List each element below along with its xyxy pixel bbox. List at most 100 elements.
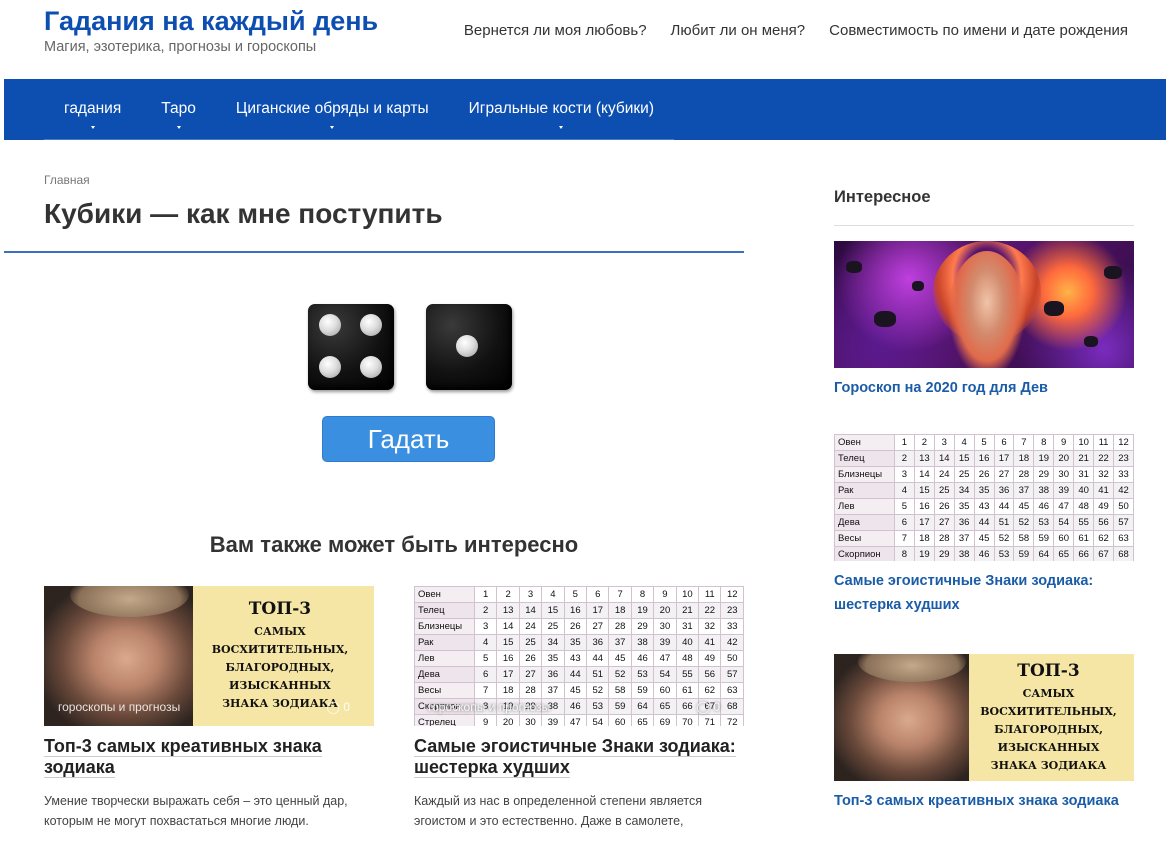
zodiac-value-cell: 35 [541,650,565,667]
zodiac-value-cell: 9 [1053,434,1075,451]
zodiac-value-cell: 66 [1073,546,1095,561]
zodiac-sign-cell: Весы [414,682,475,699]
nav-item-label: Игральные кости (кубики) [468,100,655,117]
card-image-top3[interactable]: ТОП-3 САМЫХ ВОСХИТИТЕЛЬНЫХ, БЛАГОРОДНЫХ,… [44,586,374,726]
zodiac-value-cell: 56 [698,666,722,683]
card-excerpt: Каждый из нас в определенной степени явл… [414,791,744,831]
zodiac-value-cell: 3 [933,434,955,451]
zodiac-value-cell: 55 [675,666,700,683]
asteroid [912,281,924,291]
guess-button[interactable]: Гадать [322,416,495,462]
card-category[interactable]: гороскопы и прогнозы [58,700,180,714]
zodiac-value-cell: 51 [993,514,1015,531]
zodiac-value-cell: 8 [894,546,915,561]
related-heading: Вам также может быть интересно [209,532,579,557]
page-title: Кубики — как мне поступить [44,198,443,229]
zodiac-value-cell: 39 [541,714,565,726]
card-title-link[interactable]: Топ-3 самых креативных знака зодиака [44,736,374,778]
zodiac-table-row: Стрелец 9 20 30 39 47 54 60 65 69 70 71 72 [414,714,744,726]
zodiac-table-row: Весы 7 18 28 37 45 52 58 59 60 61 62 63 [414,682,744,699]
card-excerpt: Умение творчески выражать себя – это цен… [44,791,374,831]
site-title[interactable]: Гадания на каждый день [44,6,378,37]
zodiac-value-cell: 62 [698,682,722,699]
zodiac-value-cell: 6 [894,514,915,531]
top-menu-item-loves-me[interactable]: Любит ли он меня? [671,22,806,39]
comment-icon: ◯ [696,700,710,714]
zodiac-value-cell: 14 [518,602,543,619]
zodiac-value-cell: 39 [1053,482,1075,499]
card-comments: ◯ 0 [697,700,720,714]
zodiac-value-cell: 39 [653,634,677,651]
zodiac-value-cell: 30 [1053,466,1075,483]
zodiac-value-cell: 17 [586,602,610,619]
zodiac-value-cell: 56 [1093,514,1114,531]
zodiac-value-cell: 52 [586,682,610,699]
zodiac-table-row: Скорпион 8 19 29 38 46 53 59 64 65 66 67 68 [834,546,1134,561]
sidebar-image-top3[interactable]: ТОП-3 САМЫХ ВОСХИТИТЕЛЬНЫХ, БЛАГОРОДНЫХ,… [834,654,1134,781]
poster-line: САМЫХ ВОСХИТИТЕЛЬНЫХ, [211,625,349,656]
zodiac-value-cell: 16 [973,450,995,467]
die-pip [360,356,382,378]
zodiac-value-cell: 28 [1013,466,1035,483]
zodiac-sign-cell: Стрелец [414,714,475,726]
zodiac-value-cell: 18 [1013,450,1035,467]
zodiac-value-cell: 24 [933,466,955,483]
zodiac-value-cell: 33 [1112,466,1134,483]
zodiac-value-cell: 3 [473,618,498,635]
card-comments: ◯ 0 [327,700,350,714]
poster-line: ТОП-3 [248,599,312,619]
die-pip [456,335,478,357]
breadcrumb-home[interactable]: Главная [44,173,90,187]
sidebar-link[interactable]: Самые эгоистичные Знаки зодиака: шестерк… [834,569,1134,617]
sidebar-link[interactable]: Гороскоп на 2020 год для Дев [834,376,1134,400]
zodiac-value-cell: 30 [518,714,543,726]
zodiac-value-cell: 40 [675,634,700,651]
sidebar-item: Гороскоп на 2020 год для Дев [834,241,1134,400]
zodiac-value-cell: 61 [675,682,700,699]
sidebar-image-zodiac-table[interactable]: Овен 1 2 3 4 5 6 7 8 9 10 11 12 Телец 2 13 14 15 16 17 18 19 2… [834,434,1134,561]
top-menu-item-love-return[interactable]: Вернется ли моя любовь? [464,22,647,39]
zodiac-value-cell: 44 [973,514,995,531]
zodiac-value-cell: 28 [933,530,955,547]
zodiac-value-cell: 69 [653,714,677,726]
card-image-zodiac-table[interactable]: Овен 1 2 3 4 5 6 7 8 9 10 11 12 Телец 2 13 14 15 16 17 18 19 2… [414,586,744,726]
zodiac-value-cell: 37 [953,530,975,547]
zodiac-sign-cell: Рак [414,634,475,651]
zodiac-value-cell: 12 [1112,434,1134,451]
zodiac-value-cell: 5 [973,434,995,451]
comment-icon: ◯ [326,700,340,714]
zodiac-value-cell: 54 [586,714,610,726]
zodiac-value-cell: 53 [1033,514,1055,531]
top-menu-item-compatibility[interactable]: Совместимость по имени и дате рождения [829,22,1128,39]
excerpt-line: которым не могут похвастаться многие люд… [44,814,309,828]
sidebar-link[interactable]: Топ-3 самых креативных знака зодиака [834,789,1134,813]
nav-item-dice[interactable]: Игральные кости (кубики) [449,79,674,139]
card-category[interactable]: гороскопы и прогнозы [428,700,550,714]
zodiac-value-cell: 28 [608,618,632,635]
zodiac-value-cell: 14 [496,618,520,635]
zodiac-value-cell: 4 [541,586,565,603]
nav-item-divination[interactable]: гадания [44,79,141,139]
zodiac-value-cell: 20 [496,714,520,726]
zodiac-value-cell: 32 [1093,466,1114,483]
zodiac-table-row: Близнецы 3 14 24 25 26 27 28 29 30 31 32 33 [414,618,744,635]
zodiac-table-row: Овен 1 2 3 4 5 6 7 8 9 10 11 12 [834,434,1134,451]
die-pip [319,314,341,336]
sidebar-image-horoscope[interactable] [834,241,1134,368]
zodiac-value-cell: 47 [1053,498,1075,515]
nav-item-tarot[interactable]: Таро [141,79,216,139]
zodiac-value-cell: 58 [1013,530,1035,547]
zodiac-value-cell: 36 [541,666,565,683]
zodiac-value-cell: 49 [698,650,722,667]
main-nav: гадания Таро Циганские обряды и карты Иг… [4,79,1166,140]
caret-down-icon [330,126,335,129]
nav-item-gypsy-rituals[interactable]: Циганские обряды и карты [216,79,449,139]
zodiac-value-cell: 6 [586,586,610,603]
zodiac-value-cell: 48 [675,650,700,667]
poster-text: ТОП-3 САМЫХ ВОСХИТИТЕЛЬНЫХ, БЛАГОРОДНЫХ,… [963,654,1134,781]
zodiac-value-cell: 32 [698,618,722,635]
zodiac-value-cell: 64 [1033,546,1055,561]
zodiac-value-cell: 44 [586,650,610,667]
card-title-link[interactable]: Самые эгоистичные Знаки зодиака: шестерк… [414,736,744,778]
zodiac-value-cell: 62 [1093,530,1114,547]
